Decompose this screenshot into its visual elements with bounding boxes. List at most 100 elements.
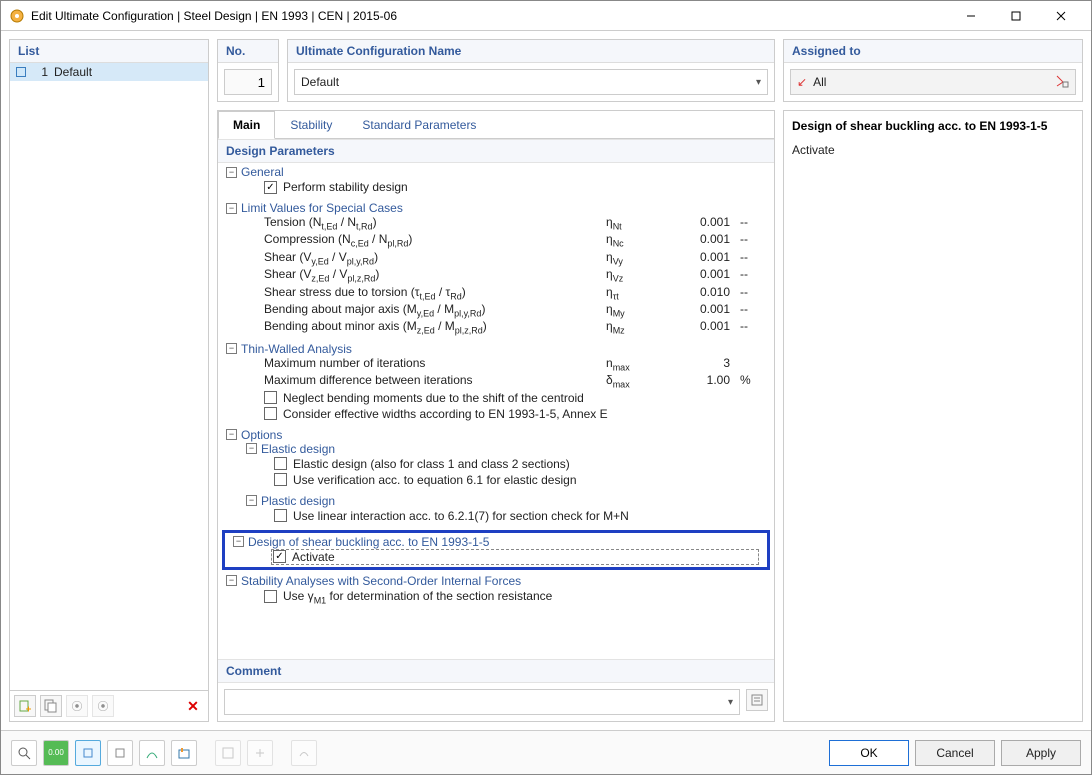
label-max-diff: Maximum difference between iterations [264, 373, 606, 389]
collapse-icon[interactable]: − [233, 536, 244, 547]
node-thin-walled[interactable]: −Thin-Walled Analysis [226, 342, 766, 356]
description-body: Activate [792, 143, 1074, 157]
checkbox-neglect-bending[interactable] [264, 391, 277, 404]
chevron-down-icon: ▾ [756, 77, 761, 88]
config-name-select[interactable]: Default ▾ [294, 69, 768, 95]
node-options[interactable]: −Options [226, 428, 766, 442]
limit-value[interactable]: 0.001 [666, 215, 736, 231]
list-header: List [10, 40, 208, 63]
comment-edit-button[interactable] [746, 689, 768, 711]
node-shear-buckling[interactable]: −Design of shear buckling acc. to EN 199… [233, 535, 759, 549]
limit-value[interactable]: 0.010 [666, 285, 736, 301]
limit-symbol: ηNc [606, 232, 666, 248]
checkbox-effective-widths[interactable] [264, 407, 277, 420]
node-general[interactable]: −General [226, 165, 766, 179]
list-item[interactable]: 1 Default [10, 63, 208, 81]
tool-button-4[interactable]: ⦿ [92, 695, 114, 717]
unit-max-diff: % [736, 373, 766, 389]
maximize-button[interactable] [993, 2, 1038, 30]
limit-label: Shear (Vz,Ed / Vpl,z,Rd) [264, 267, 606, 283]
label-effective-widths: Consider effective widths according to E… [283, 407, 608, 421]
collapse-icon[interactable]: − [226, 203, 237, 214]
list-item-label: Default [54, 65, 92, 79]
close-window-button[interactable] [1038, 2, 1083, 30]
config-number-input[interactable] [224, 69, 272, 95]
node-limit-values[interactable]: −Limit Values for Special Cases [226, 201, 766, 215]
config-list[interactable]: 1 Default [10, 63, 208, 690]
limit-symbol: ηVz [606, 267, 666, 283]
checkbox-use-gm1[interactable] [264, 590, 277, 603]
limit-label: Bending about major axis (My,Ed / Mpl,y,… [264, 302, 606, 318]
limit-value[interactable]: 0.001 [666, 302, 736, 318]
collapse-icon[interactable]: − [226, 429, 237, 440]
limit-unit: -- [736, 215, 766, 231]
collapse-icon[interactable]: − [246, 443, 257, 454]
limit-value[interactable]: 0.001 [666, 267, 736, 283]
group-design-parameters: Design Parameters [218, 139, 774, 163]
tool-button-3[interactable]: ⦿ [66, 695, 88, 717]
apply-button[interactable]: Apply [1001, 740, 1081, 766]
list-item-number: 1 [32, 65, 48, 79]
footer-tool-7[interactable] [215, 740, 241, 766]
limit-unit: -- [736, 267, 766, 283]
new-item-button[interactable] [14, 695, 36, 717]
limit-unit: -- [736, 250, 766, 266]
limit-symbol: ητt [606, 285, 666, 301]
limit-value[interactable]: 0.001 [666, 319, 736, 335]
limit-label: Compression (Nc,Ed / Npl,Rd) [264, 232, 606, 248]
ok-button[interactable]: OK [829, 740, 909, 766]
assigned-to-input[interactable]: ↙ All [790, 69, 1076, 95]
node-stability-second-order[interactable]: −Stability Analyses with Second-Order In… [226, 574, 766, 588]
limit-unit: -- [736, 285, 766, 301]
checkbox-activate-shear-buckling[interactable] [273, 550, 286, 563]
limit-unit: -- [736, 302, 766, 318]
limit-value[interactable]: 0.001 [666, 250, 736, 266]
checkbox-perform-stability[interactable] [264, 181, 277, 194]
checkbox-linear-interaction[interactable] [274, 509, 287, 522]
footer-tool-9[interactable] [291, 740, 317, 766]
footer-tool-4[interactable] [107, 740, 133, 766]
minimize-button[interactable] [948, 2, 993, 30]
collapse-icon[interactable]: − [226, 343, 237, 354]
chevron-down-icon: ▾ [728, 697, 733, 708]
limit-label: Shear (Vy,Ed / Vpl,y,Rd) [264, 250, 606, 266]
footer-tool-8[interactable] [247, 740, 273, 766]
footer-tool-6[interactable] [171, 740, 197, 766]
tab-main[interactable]: Main [218, 111, 275, 139]
collapse-icon[interactable]: − [246, 495, 257, 506]
label-max-iterations: Maximum number of iterations [264, 356, 606, 372]
node-elastic-design[interactable]: −Elastic design [246, 442, 766, 456]
copy-item-button[interactable] [40, 695, 62, 717]
footer-tool-2[interactable]: 0.00 [43, 740, 69, 766]
tab-stability[interactable]: Stability [275, 111, 347, 138]
titlebar: Edit Ultimate Configuration | Steel Desi… [1, 1, 1091, 31]
group-comment: Comment [218, 659, 774, 683]
limit-unit: -- [736, 319, 766, 335]
label-activate: Activate [292, 550, 335, 564]
no-header: No. [218, 40, 278, 63]
label-elastic-verification: Use verification acc. to equation 6.1 fo… [293, 473, 577, 487]
limit-symbol: ηNt [606, 215, 666, 231]
sym-nmax: nmax [606, 356, 666, 372]
collapse-icon[interactable]: − [226, 167, 237, 178]
footer-tool-1[interactable] [11, 740, 37, 766]
config-name-value: Default [301, 75, 339, 89]
collapse-icon[interactable]: − [226, 575, 237, 586]
node-plastic-design[interactable]: −Plastic design [246, 494, 766, 508]
name-header: Ultimate Configuration Name [288, 40, 774, 63]
val-max-diff[interactable]: 1.00 [666, 373, 736, 389]
assigned-icon: ↙ [797, 75, 807, 89]
val-max-iterations[interactable]: 3 [666, 356, 736, 372]
footer-tool-5[interactable] [139, 740, 165, 766]
tab-standard-parameters[interactable]: Standard Parameters [347, 111, 491, 138]
checkbox-elastic-verification[interactable] [274, 473, 287, 486]
footer-tool-3[interactable] [75, 740, 101, 766]
limit-value[interactable]: 0.001 [666, 232, 736, 248]
checkbox-elastic-design[interactable] [274, 457, 287, 470]
cancel-button[interactable]: Cancel [915, 740, 995, 766]
assigned-value: All [813, 75, 1049, 89]
footer-toolbar: 0.00 OK Cancel Apply [1, 730, 1091, 774]
assigned-pick-button[interactable] [1055, 74, 1069, 91]
comment-select[interactable]: ▾ [224, 689, 740, 715]
delete-item-button[interactable]: ✕ [182, 695, 204, 717]
